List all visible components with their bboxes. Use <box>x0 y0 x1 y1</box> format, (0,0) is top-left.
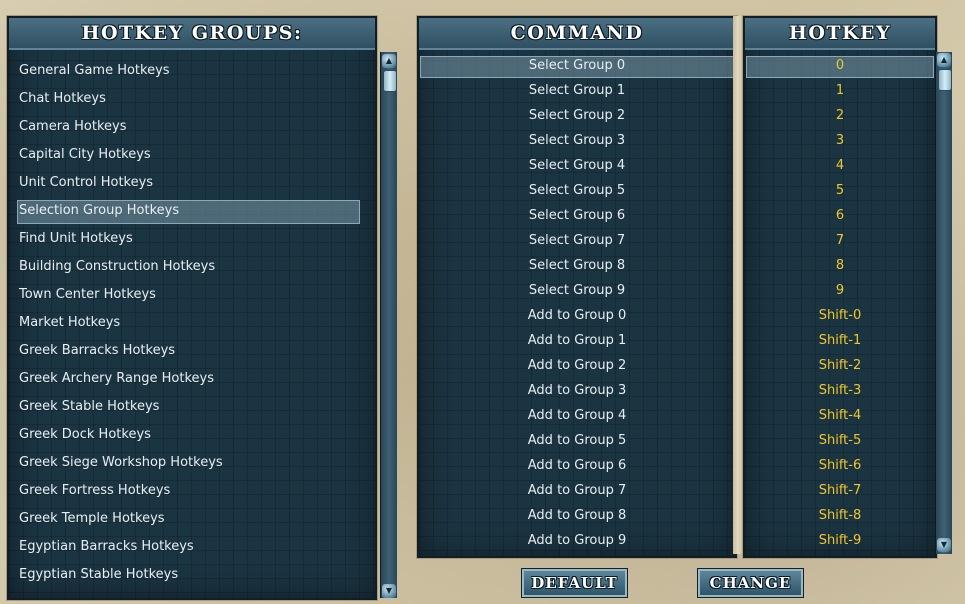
hotkey-group-item[interactable]: Greek Temple Hotkeys <box>19 508 349 530</box>
scroll-thumb[interactable] <box>938 69 952 91</box>
column-divider <box>733 16 743 554</box>
command-row[interactable]: Select Group 1 <box>419 81 735 101</box>
hotkey-group-item[interactable]: Greek Siege Workshop Hotkeys <box>19 452 349 474</box>
hotkey-panel: HOTKEY 0 1 2 3 4 5 6 7 8 9 Shift-0 Shift-1 Shift-2 Sh… <box>743 16 937 558</box>
hotkey-value[interactable]: 5 <box>745 181 935 201</box>
command-row[interactable]: Add to Group 8 <box>419 506 735 526</box>
hotkey-value[interactable]: 2 <box>745 106 935 126</box>
groups-scrollbar[interactable]: ▲ ▼ <box>380 52 397 598</box>
scroll-down-arrow-icon[interactable]: ▼ <box>937 538 951 552</box>
hotkey-value[interactable]: Shift-0 <box>745 306 935 326</box>
hotkey-value[interactable]: Shift-6 <box>745 456 935 476</box>
command-row[interactable]: Select Group 8 <box>419 256 735 276</box>
command-row[interactable]: Add to Group 6 <box>419 456 735 476</box>
command-row[interactable]: Add to Group 1 <box>419 331 735 351</box>
hotkey-group-item[interactable]: Greek Fortress Hotkeys <box>19 480 349 502</box>
hotkey-value[interactable]: 9 <box>745 281 935 301</box>
hotkey-value[interactable]: 8 <box>745 256 935 276</box>
hotkey-group-item[interactable]: Market Hotkeys <box>19 312 349 334</box>
hotkey-value[interactable]: 1 <box>745 81 935 101</box>
scroll-up-arrow-icon[interactable]: ▲ <box>382 54 396 68</box>
hotkey-group-item[interactable]: Selection Group Hotkeys <box>17 200 360 224</box>
hotkey-group-item[interactable]: Greek Barracks Hotkeys <box>19 340 349 362</box>
hotkey-group-item[interactable]: Egyptian Barracks Hotkeys <box>19 536 349 558</box>
command-row[interactable]: Add to Group 0 <box>419 306 735 326</box>
hotkey-groups-header: HOTKEY GROUPS: <box>9 18 375 50</box>
command-row[interactable]: Add to Group 2 <box>419 356 735 376</box>
hotkey-group-item[interactable]: Town Center Hotkeys <box>19 284 349 306</box>
hotkey-group-item[interactable]: Building Construction Hotkeys <box>19 256 349 278</box>
command-row[interactable]: Select Group 4 <box>419 156 735 176</box>
hotkey-group-item[interactable]: Greek Dock Hotkeys <box>19 424 349 446</box>
hotkey-value[interactable]: Shift-2 <box>745 356 935 376</box>
hotkey-group-item[interactable]: Find Unit Hotkeys <box>19 228 349 250</box>
command-header: COMMAND <box>419 18 735 50</box>
command-row[interactable]: Add to Group 4 <box>419 406 735 426</box>
hotkey-value[interactable]: 0 <box>746 56 934 78</box>
default-button[interactable]: DEFAULT <box>521 568 628 598</box>
command-row[interactable]: Add to Group 5 <box>419 431 735 451</box>
command-row[interactable]: Select Group 6 <box>419 206 735 226</box>
hotkey-value[interactable]: Shift-3 <box>745 381 935 401</box>
hotkey-group-item[interactable]: General Game Hotkeys <box>19 60 349 82</box>
command-panel: COMMAND Select Group 0 Select Group 1 Sele… <box>417 16 737 558</box>
hotkey-group-item[interactable]: Greek Stable Hotkeys <box>19 396 349 418</box>
command-row[interactable]: Add to Group 9 <box>419 531 735 551</box>
hotkey-value[interactable]: 7 <box>745 231 935 251</box>
hotkey-groups-panel: HOTKEY GROUPS: General Game Hotkeys Chat … <box>7 16 377 600</box>
hotkey-value[interactable]: Shift-1 <box>745 331 935 351</box>
hotkey-group-item[interactable]: Camera Hotkeys <box>19 116 349 138</box>
hotkey-value[interactable]: Shift-8 <box>745 506 935 526</box>
hotkey-value[interactable]: 6 <box>745 206 935 226</box>
command-row[interactable]: Select Group 3 <box>419 131 735 151</box>
hotkey-value[interactable]: 3 <box>745 131 935 151</box>
hotkey-value[interactable]: Shift-9 <box>745 531 935 551</box>
hotkey-value[interactable]: Shift-5 <box>745 431 935 451</box>
hotkey-value[interactable]: 4 <box>745 156 935 176</box>
command-row[interactable]: Select Group 2 <box>419 106 735 126</box>
hotkey-group-item[interactable]: Chat Hotkeys <box>19 88 349 110</box>
hotkey-group-item[interactable]: Egyptian Stable Hotkeys <box>19 564 349 586</box>
command-row[interactable]: Select Group 5 <box>419 181 735 201</box>
change-button[interactable]: CHANGE <box>697 568 804 598</box>
commands-scrollbar[interactable]: ▲ ▼ <box>935 52 952 554</box>
command-row[interactable]: Add to Group 3 <box>419 381 735 401</box>
scroll-up-arrow-icon[interactable]: ▲ <box>937 53 951 67</box>
command-row[interactable]: Add to Group 7 <box>419 481 735 501</box>
hotkey-group-item[interactable]: Greek Archery Range Hotkeys <box>19 368 349 390</box>
command-row[interactable]: Select Group 0 <box>420 56 734 78</box>
hotkey-header: HOTKEY <box>745 18 935 50</box>
scroll-down-arrow-icon[interactable]: ▼ <box>382 584 396 598</box>
hotkey-group-item[interactable]: Capital City Hotkeys <box>19 144 349 166</box>
scroll-thumb[interactable] <box>383 70 397 92</box>
command-row[interactable]: Select Group 7 <box>419 231 735 251</box>
hotkey-value[interactable]: Shift-7 <box>745 481 935 501</box>
hotkey-value[interactable]: Shift-4 <box>745 406 935 426</box>
hotkey-group-item[interactable]: Unit Control Hotkeys <box>19 172 349 194</box>
command-row[interactable]: Select Group 9 <box>419 281 735 301</box>
